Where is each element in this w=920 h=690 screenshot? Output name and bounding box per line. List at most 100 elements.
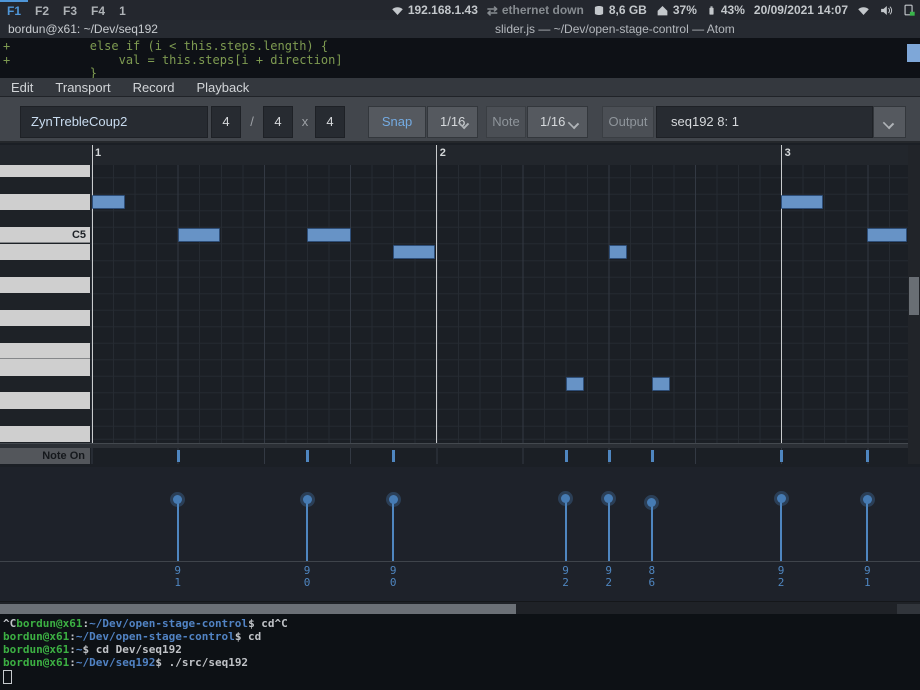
note-on-tick[interactable] bbox=[565, 450, 568, 462]
piano-key-b4 bbox=[0, 244, 90, 261]
note-on-tick[interactable] bbox=[651, 450, 654, 462]
midi-note[interactable] bbox=[307, 228, 351, 242]
velocity-value: 91 bbox=[856, 565, 878, 588]
key-label-c5: C5 bbox=[72, 229, 86, 241]
tmux-tab-f3[interactable]: F3 bbox=[56, 0, 84, 20]
tmux-tab-f2[interactable]: F2 bbox=[28, 0, 56, 20]
velocity-stem[interactable] bbox=[392, 500, 394, 561]
midi-note[interactable] bbox=[92, 195, 125, 209]
velocity-stem-handle[interactable] bbox=[647, 498, 656, 507]
piano-key-cs5 bbox=[0, 210, 90, 227]
midi-note[interactable] bbox=[781, 195, 823, 209]
sequence-name-input[interactable]: ZynTrebleCoup2 bbox=[20, 106, 208, 138]
horizontal-scrollbar-thumb[interactable] bbox=[0, 604, 516, 614]
velocity-stem-handle[interactable] bbox=[777, 494, 786, 503]
measure-number: 2 bbox=[440, 147, 446, 159]
terminal-text: $ cd^C bbox=[248, 617, 288, 630]
snap-button[interactable]: Snap bbox=[368, 106, 426, 138]
velocity-stem-handle[interactable] bbox=[604, 494, 613, 503]
scroll-indicator bbox=[907, 44, 920, 62]
note-on-tick[interactable] bbox=[608, 450, 611, 462]
velocity-stem[interactable] bbox=[565, 498, 567, 561]
velocity-stem[interactable] bbox=[608, 498, 610, 561]
output-button[interactable]: Output bbox=[602, 106, 654, 138]
wifi-icon bbox=[857, 4, 870, 17]
status-label: 43% bbox=[721, 3, 745, 17]
piano-key-c4 bbox=[0, 426, 90, 443]
terminal-text: $ ./src/seq192 bbox=[155, 656, 248, 669]
output-port-combobox[interactable]: seq192 8: 1 bbox=[656, 106, 873, 138]
menu-item-edit[interactable]: Edit bbox=[0, 78, 44, 97]
note-on-tick[interactable] bbox=[392, 450, 395, 462]
note-value-dropdown[interactable]: 1/16 bbox=[527, 106, 588, 138]
terminal-line: bordun@x61:~/Dev/open-stage-control$ cd bbox=[3, 630, 920, 643]
menu-item-transport[interactable]: Transport bbox=[44, 78, 121, 97]
horizontal-scrollbar[interactable] bbox=[0, 601, 920, 614]
tmux-tab-f4[interactable]: F4 bbox=[84, 0, 112, 20]
note-on-tick[interactable] bbox=[866, 450, 869, 462]
piano-roll-editor: C5 123 Note On bbox=[0, 143, 920, 467]
vertical-scrollbar[interactable] bbox=[908, 145, 920, 464]
velocity-stem-handle[interactable] bbox=[389, 495, 398, 504]
chevron-down-icon bbox=[883, 118, 894, 129]
battery-charging-icon bbox=[902, 3, 916, 17]
velocity-value: 92 bbox=[770, 565, 792, 588]
midi-note[interactable] bbox=[652, 377, 670, 391]
terminal-text: ^C bbox=[3, 617, 16, 630]
note-on-tick[interactable] bbox=[780, 450, 783, 462]
velocity-pane[interactable]: 9190909292869291 bbox=[0, 467, 920, 601]
measure-number: 1 bbox=[95, 147, 101, 159]
midi-note[interactable] bbox=[178, 228, 220, 242]
piano-key-g4 bbox=[0, 310, 90, 327]
beat-width-input[interactable]: 4 bbox=[263, 106, 293, 138]
terminal[interactable]: ^Cbordun@x61:~/Dev/open-stage-control$ c… bbox=[0, 614, 920, 690]
status-item: 192.168.1.43 bbox=[391, 3, 478, 17]
measure-count-input[interactable]: 4 bbox=[315, 106, 345, 138]
note-on-event-strip[interactable] bbox=[90, 448, 908, 464]
terminal-text: : bbox=[69, 630, 76, 643]
status-item bbox=[857, 4, 870, 17]
disk-icon bbox=[593, 4, 605, 17]
velocity-value: 91 bbox=[167, 565, 189, 588]
note-on-tick[interactable] bbox=[306, 450, 309, 462]
output-port-dropdown-button[interactable] bbox=[873, 106, 906, 138]
velocity-stem-handle[interactable] bbox=[173, 495, 182, 504]
status-item: 20/09/2021 14:07 bbox=[754, 3, 848, 17]
snap-value-dropdown[interactable]: 1/16 bbox=[427, 106, 478, 138]
seq192-toolbar: ZynTrebleCoup2 4 / 4 x 4 Snap 1/16 Note … bbox=[0, 97, 920, 143]
midi-note[interactable] bbox=[867, 228, 907, 242]
terminal-text: bordun@x61 bbox=[16, 617, 82, 630]
terminal-text: ~/Dev/seq192 bbox=[76, 656, 155, 669]
tmux-window-tabs: F1F2F3F41 bbox=[0, 0, 133, 20]
midi-note[interactable] bbox=[566, 377, 584, 391]
beats-per-measure-input[interactable]: 4 bbox=[211, 106, 241, 138]
velocity-stem[interactable] bbox=[780, 498, 782, 561]
terminal-cursor bbox=[3, 670, 12, 684]
menu-item-playback[interactable]: Playback bbox=[185, 78, 260, 97]
piano-key-f4 bbox=[0, 343, 90, 360]
window-title-bar: bordun@x61: ~/Dev/seq192 slider.js — ~/D… bbox=[0, 20, 920, 38]
tmux-tab-1[interactable]: 1 bbox=[112, 0, 133, 20]
piano-key-d5 bbox=[0, 194, 90, 211]
piano-key-ds4 bbox=[0, 376, 90, 393]
tmux-tab-f1[interactable]: F1 bbox=[0, 0, 28, 20]
velocity-stem-handle[interactable] bbox=[863, 495, 872, 504]
velocity-stem[interactable] bbox=[651, 503, 653, 561]
vertical-scrollbar-thumb[interactable] bbox=[909, 277, 919, 315]
measure-number: 3 bbox=[785, 147, 791, 159]
note-on-tick[interactable] bbox=[177, 450, 180, 462]
notes-layer bbox=[90, 165, 908, 443]
midi-note[interactable] bbox=[609, 245, 627, 259]
atom-window-title: slider.js — ~/Dev/open-stage-control — A… bbox=[495, 22, 735, 36]
velocity-stem[interactable] bbox=[866, 499, 868, 561]
midi-note[interactable] bbox=[393, 245, 435, 259]
note-button[interactable]: Note bbox=[486, 106, 526, 138]
velocity-stem[interactable] bbox=[177, 499, 179, 561]
velocity-stem-handle[interactable] bbox=[303, 495, 312, 504]
volume-icon bbox=[879, 4, 893, 17]
piano-key-fs4 bbox=[0, 326, 90, 343]
atom-code-area[interactable]: + else if (i < this.steps.length) { + va… bbox=[0, 38, 920, 78]
velocity-stem[interactable] bbox=[306, 500, 308, 561]
menu-item-record[interactable]: Record bbox=[122, 78, 186, 97]
velocity-stem-handle[interactable] bbox=[561, 494, 570, 503]
